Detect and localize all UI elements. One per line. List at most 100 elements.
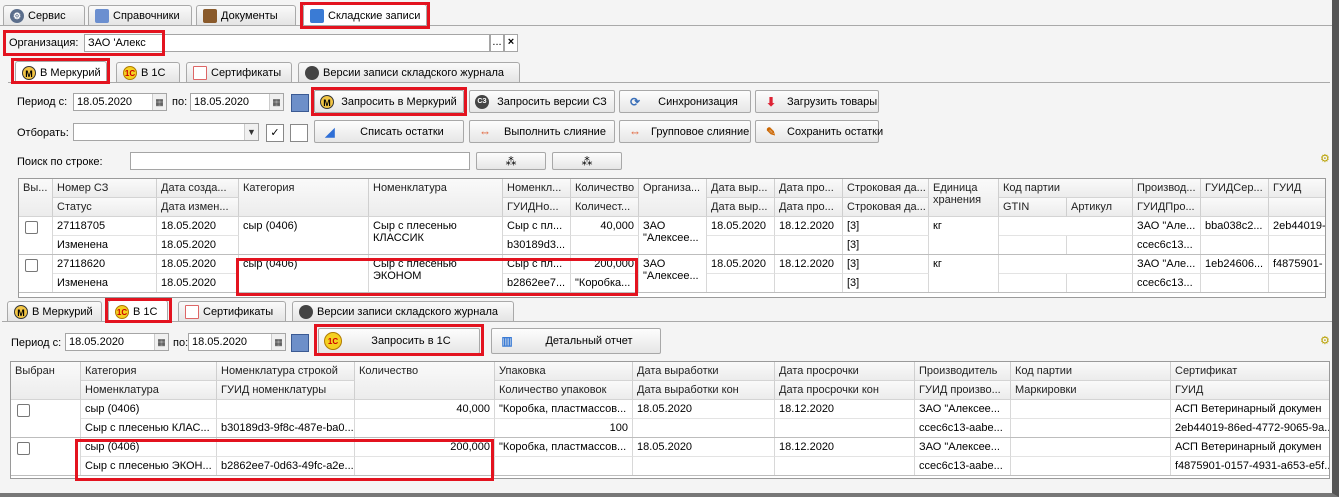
row-select-checkbox[interactable]	[17, 442, 30, 455]
row-divider	[19, 292, 1325, 293]
column-header[interactable]: Дата выработки	[633, 362, 775, 381]
request-1c-button[interactable]: 1С Запросить в 1С	[318, 328, 480, 354]
column-header[interactable]: Количество	[355, 362, 495, 400]
calendar-icon[interactable]: ▦	[269, 94, 283, 110]
column-header[interactable]: Статус	[53, 198, 157, 217]
tab-to-mercury[interactable]: M В Меркурий	[15, 61, 107, 83]
column-header[interactable]: Номер СЗ	[53, 179, 157, 198]
column-header[interactable]: Код партии	[999, 179, 1133, 198]
column-header[interactable]: Производитель	[915, 362, 1011, 381]
column-header[interactable]: Количество	[571, 179, 639, 198]
table-cell: Изменена	[53, 236, 157, 255]
column-header[interactable]: ГУИД	[1269, 179, 1325, 198]
table-cell: 27118620	[53, 255, 157, 274]
row-select-checkbox[interactable]	[25, 259, 38, 272]
column-header[interactable]: Вы...	[19, 179, 53, 217]
tab-service[interactable]: ⚙ Сервис	[3, 5, 85, 25]
group-merge-button[interactable]: ⇔ Групповое слияние	[619, 120, 751, 143]
column-header[interactable]: Номенкл...	[503, 179, 571, 198]
column-header[interactable]: Артикул	[1067, 198, 1133, 217]
column-header[interactable]: Номенклатура строкой	[217, 362, 355, 381]
column-header[interactable]: Дата выр...	[707, 198, 775, 217]
table-cell	[999, 217, 1133, 236]
search-clear-button[interactable]: ⁂	[552, 152, 622, 170]
period-select-icon[interactable]	[291, 334, 309, 352]
column-header[interactable]: Дата просрочки кон	[775, 381, 915, 400]
tab-certificates-lower[interactable]: Сертификаты	[178, 301, 286, 321]
write-off-button[interactable]: ◢ Списать остатки	[314, 120, 464, 143]
tab-warehouse-records[interactable]: Складские записи	[303, 4, 427, 26]
row-select-checkbox[interactable]	[17, 404, 30, 417]
mercury-icon: M	[320, 94, 334, 109]
calendar-icon[interactable]: ▦	[271, 334, 285, 350]
tab-record-versions-lower[interactable]: Версии записи складского журнала	[292, 301, 514, 321]
column-header[interactable]: Строковая да...	[843, 198, 929, 217]
tab-label: В Меркурий	[32, 305, 93, 318]
table-cell: "Коробка, пластмассов...	[495, 400, 633, 419]
column-header[interactable]: ГУИДСер...	[1201, 179, 1269, 198]
org-input[interactable]: ЗАО 'Алекс	[84, 34, 490, 52]
tab-to-1c[interactable]: 1С В 1С	[116, 62, 180, 82]
period-select-icon[interactable]	[291, 94, 309, 112]
org-clear-button[interactable]: ×	[504, 34, 518, 52]
org-browse-button[interactable]: ...	[490, 34, 504, 52]
column-header[interactable]: Дата выр...	[707, 179, 775, 198]
column-header[interactable]	[1201, 198, 1269, 217]
column-header[interactable]: Единица хранения	[929, 179, 999, 217]
column-header[interactable]: ГУИДНо...	[503, 198, 571, 217]
tab-certificates[interactable]: Сертификаты	[186, 62, 292, 82]
column-header[interactable]: Код партии	[1011, 362, 1171, 381]
tab-to-mercury-lower[interactable]: M В Меркурий	[7, 301, 102, 321]
calendar-icon[interactable]: ▦	[152, 94, 166, 110]
merge-button[interactable]: ⇔ Выполнить слияние	[469, 120, 615, 143]
column-header[interactable]: Количест...	[571, 198, 639, 217]
column-header[interactable]: Категория	[81, 362, 217, 381]
search-next-button[interactable]: ⁂	[476, 152, 546, 170]
table-cell: 18.05.2020	[157, 217, 239, 236]
select-dropdown[interactable]	[73, 123, 259, 141]
column-header[interactable]: Выбран	[11, 362, 81, 400]
tab-to-1c-lower[interactable]: 1С В 1С	[108, 300, 168, 322]
checklist-icon[interactable]: ✓	[266, 124, 284, 142]
tab-documents[interactable]: Документы	[196, 5, 296, 25]
search-input[interactable]	[130, 152, 470, 170]
save-balances-button[interactable]: ✎ Сохранить остатки	[755, 120, 883, 143]
column-header[interactable]: Дата про...	[775, 179, 843, 198]
column-header[interactable]: ГУИД произво...	[915, 381, 1011, 400]
column-header[interactable]: Производ...	[1133, 179, 1201, 198]
column-header[interactable]: Дата просрочки	[775, 362, 915, 381]
mercury-records-grid: Вы... Номер СЗ Статус Дата созда... Дата изм…	[18, 178, 1326, 298]
sync-button[interactable]: ⟳ Синхронизация	[619, 90, 751, 113]
tab-record-versions[interactable]: Версии записи складского журнала	[298, 62, 520, 82]
column-header[interactable]: Номенклатура	[81, 381, 217, 400]
column-header[interactable]: Маркировки	[1011, 381, 1171, 400]
column-header[interactable]: Дата выработки кон	[633, 381, 775, 400]
column-header[interactable]: GTIN	[999, 198, 1067, 217]
row-select-checkbox[interactable]	[25, 221, 38, 234]
tab-catalogs[interactable]: Справочники	[88, 5, 192, 25]
column-header[interactable]: ГУИД номенклатуры	[217, 381, 355, 400]
column-header[interactable]: Количество упаковок	[495, 381, 633, 400]
column-header[interactable]	[1269, 198, 1325, 217]
column-header[interactable]: Номенклатура	[369, 179, 503, 217]
column-header[interactable]: Упаковка	[495, 362, 633, 381]
column-header[interactable]: Дата измен...	[157, 198, 239, 217]
request-mercury-button[interactable]: M Запросить в Меркурий	[314, 90, 464, 113]
column-header[interactable]: Организа...	[639, 179, 707, 217]
column-header[interactable]: Дата созда...	[157, 179, 239, 198]
column-header[interactable]: Строковая да...	[843, 179, 929, 198]
column-header[interactable]: Категория	[239, 179, 369, 217]
table-cell: [3]	[843, 255, 929, 274]
load-goods-button[interactable]: ⬇ Загрузить товары	[755, 90, 879, 113]
column-header[interactable]: Дата про...	[775, 198, 843, 217]
detailed-report-button[interactable]: ▥ Детальный отчет	[491, 328, 661, 354]
column-header[interactable]: Сертификат	[1171, 362, 1329, 381]
table-cell	[999, 274, 1067, 293]
calendar-icon[interactable]: ▦	[154, 334, 168, 350]
chevron-down-icon[interactable]: ▼	[244, 124, 258, 140]
column-header[interactable]: ГУИД	[1171, 381, 1329, 400]
column-header[interactable]: ГУИДПро...	[1133, 198, 1201, 217]
table-cell: ccec6c13-aabe...	[915, 419, 1011, 438]
copy-icon[interactable]	[290, 124, 308, 142]
request-versions-button[interactable]: СЗ Запросить версии СЗ	[469, 90, 615, 113]
